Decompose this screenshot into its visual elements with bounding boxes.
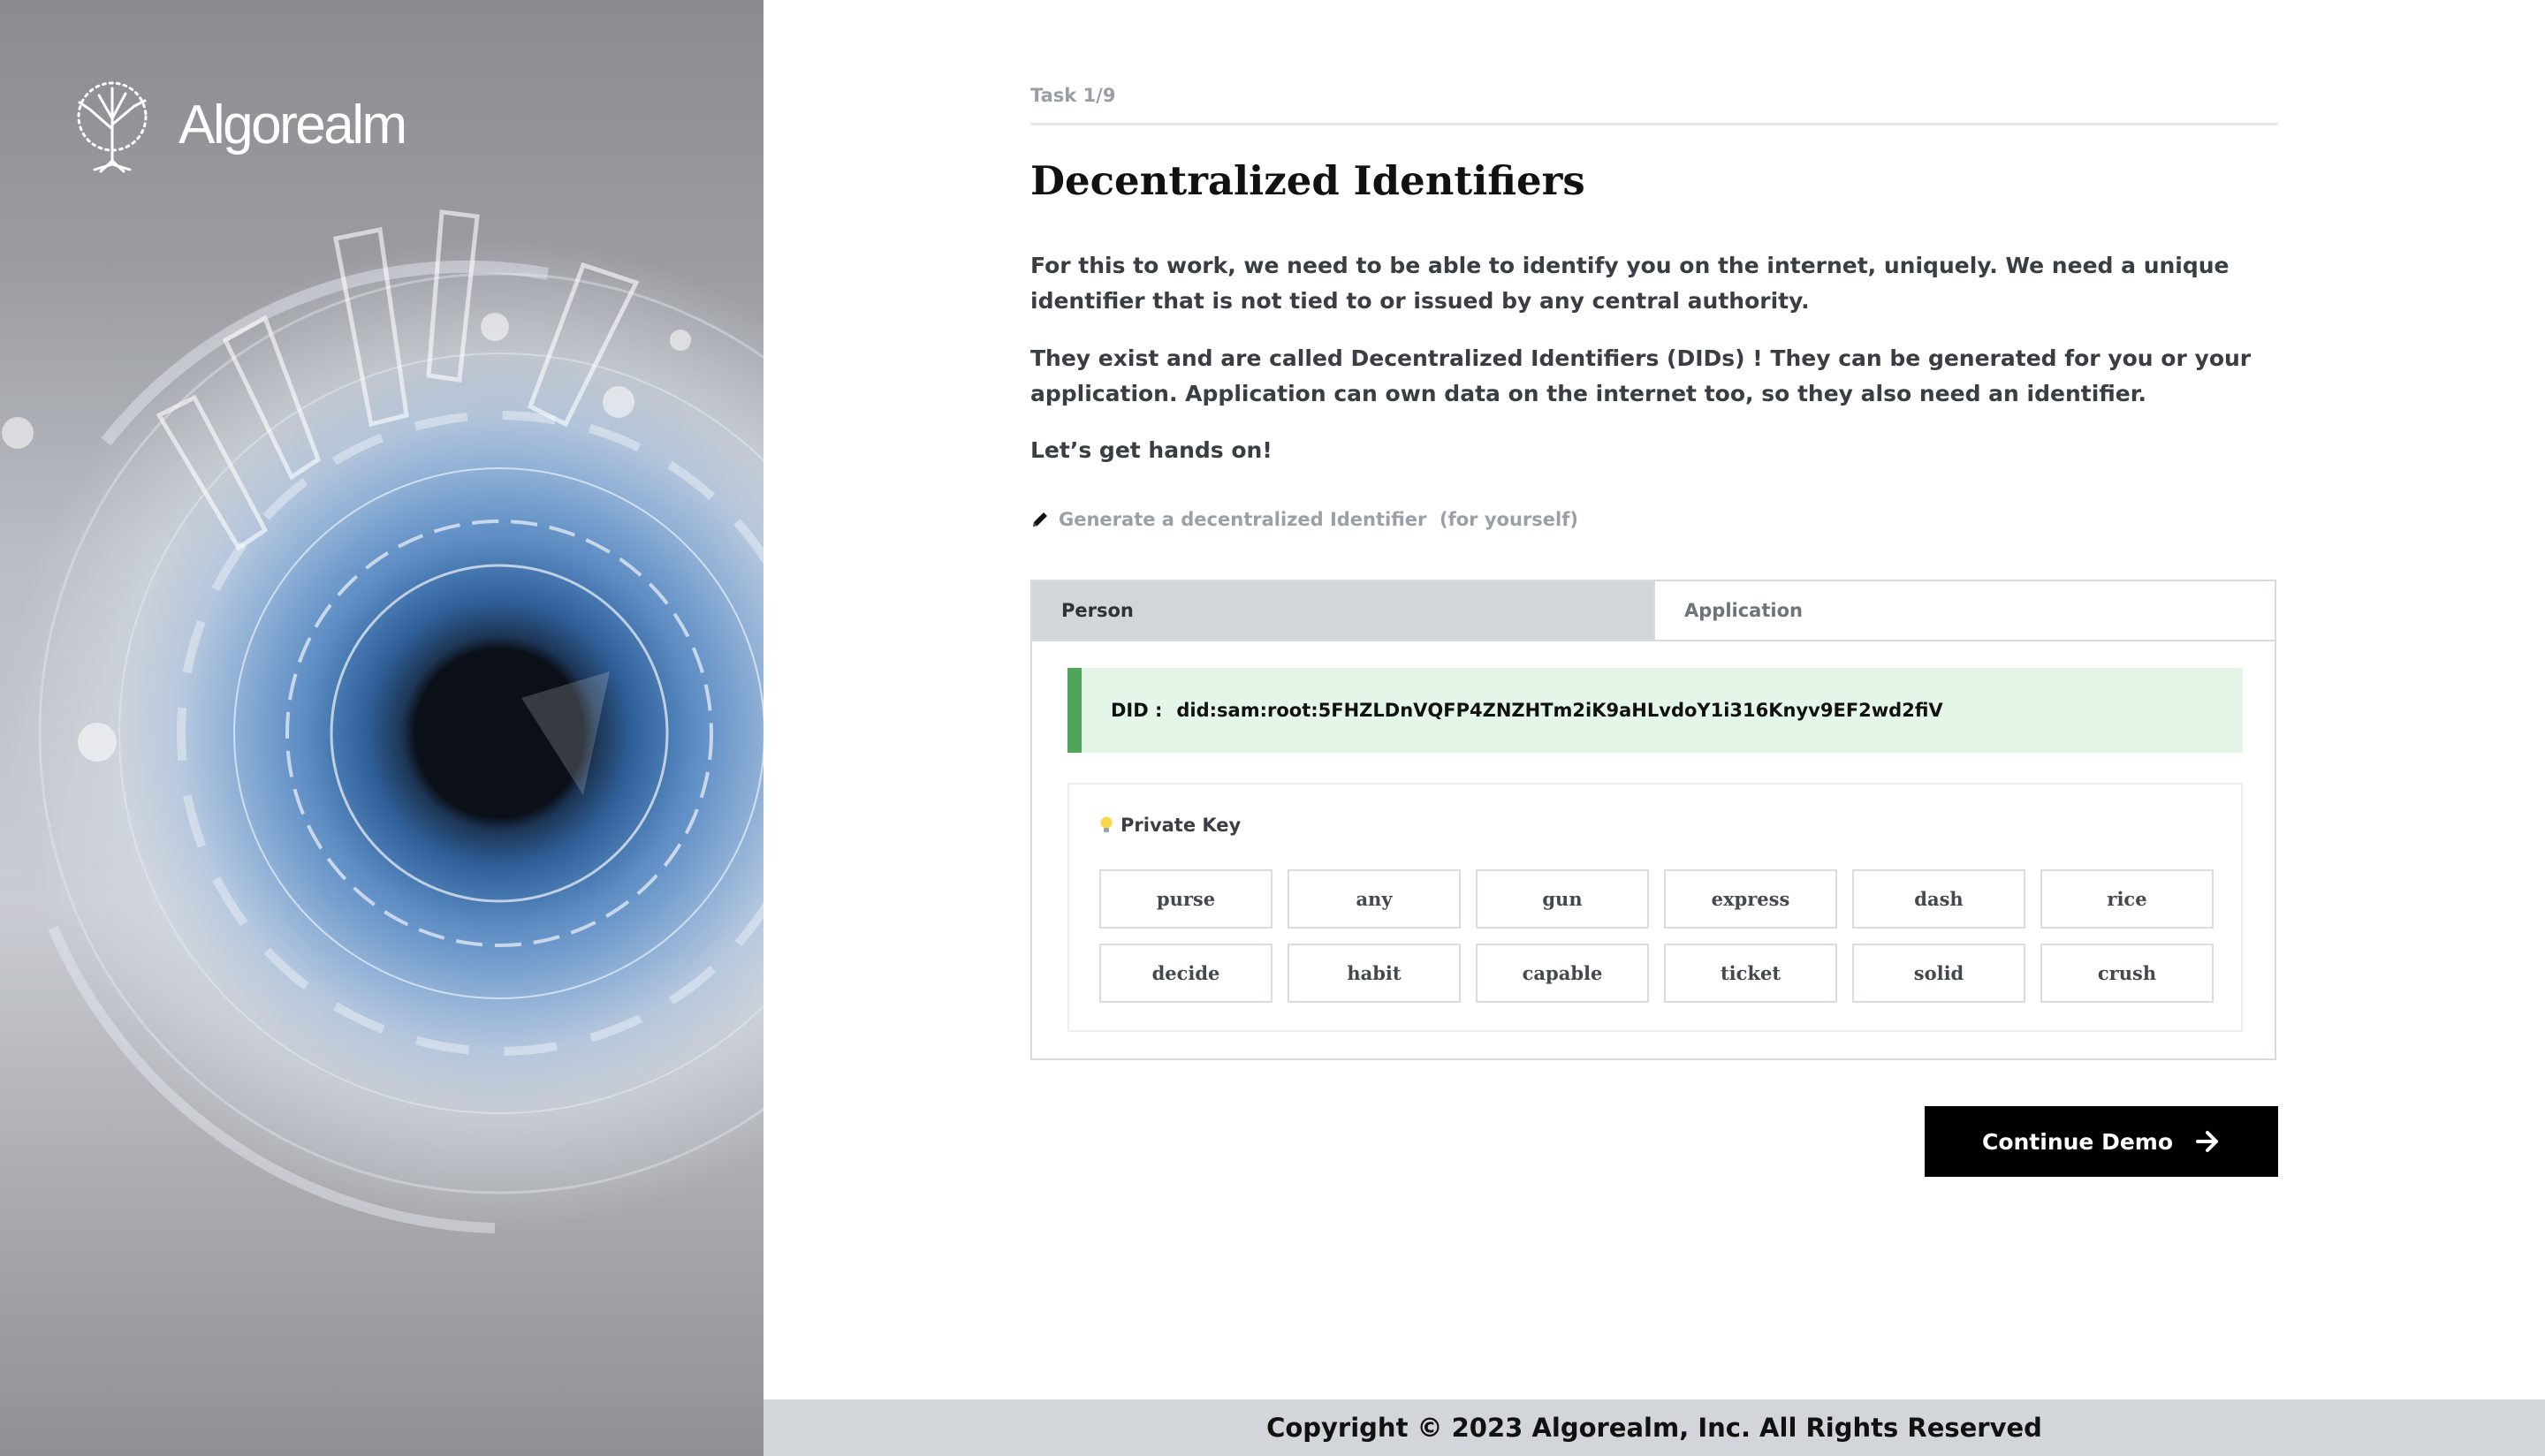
mnemonic-word: crush [2040,944,2214,1003]
eye-illustration [2,209,764,1233]
tab-application[interactable]: Application [1653,581,2275,640]
continue-demo-label: Continue Demo [1981,1128,2174,1155]
private-key-title: Private Key [1099,815,1241,836]
mnemonic-word: gun [1476,869,1649,929]
did-card: Person Application DID : did:sam:root:5F… [1030,580,2276,1060]
tab-person[interactable]: Person [1032,581,1653,640]
did-value: did:sam:root:5FHZLDnVQFP4ZNZHTm2iK9aHLvd… [1176,700,1943,721]
call-to-action-text: Let’s get hands on! [1030,437,1272,463]
did-display: DID : did:sam:root:5FHZLDnVQFP4ZNZHTm2iK… [1067,668,2243,753]
mnemonic-word: express [1664,869,1837,929]
brand-name: Algorealm [179,94,407,155]
pencil-icon [1033,512,1047,527]
mnemonic-word-grid: purse any gun express dash rice decide h… [1099,869,2214,1003]
identity-tabs: Person Application [1032,581,2275,641]
mnemonic-word: rice [2040,869,2214,929]
lightbulb-icon [1100,816,1113,832]
continue-demo-button[interactable]: Continue Demo [1925,1106,2278,1177]
private-key-label: Private Key [1121,815,1242,836]
mnemonic-word: dash [1852,869,2025,929]
intro-paragraph: For this to work, we need to be able to … [1030,253,2230,314]
generate-did-label: Generate a decentralized Identifier (for… [1059,509,1578,530]
mnemonic-word: habit [1288,944,1461,1003]
private-key-panel: Private Key purse any gun express dash r… [1067,783,2243,1032]
mnemonic-word: ticket [1664,944,1837,1003]
mnemonic-word: solid [1852,944,2025,1003]
divider [1030,123,2278,125]
mnemonic-word: purse [1099,869,1272,929]
mnemonic-word: decide [1099,944,1272,1003]
footer: Copyright © 2023 Algorealm, Inc. All Rig… [764,1399,2545,1456]
did-label: DID : [1111,700,1163,721]
did-explanation-paragraph: They exist and are called Decentralized … [1030,345,2252,406]
copyright-text: Copyright © 2023 Algorealm, Inc. All Rig… [1266,1413,2042,1443]
mnemonic-word: any [1288,869,1461,929]
brand-logo[interactable]: Algorealm [64,76,407,173]
hero-panel: Algorealm [0,0,764,1456]
arrow-right-icon [2196,1131,2219,1152]
page-title: Decentralized Identifiers [1030,157,1585,204]
task-progress: Task 1/9 [1030,85,1116,106]
tree-logo-icon [77,81,148,173]
mnemonic-word: capable [1476,944,1649,1003]
generate-did-link[interactable]: Generate a decentralized Identifier (for… [1030,509,1578,530]
